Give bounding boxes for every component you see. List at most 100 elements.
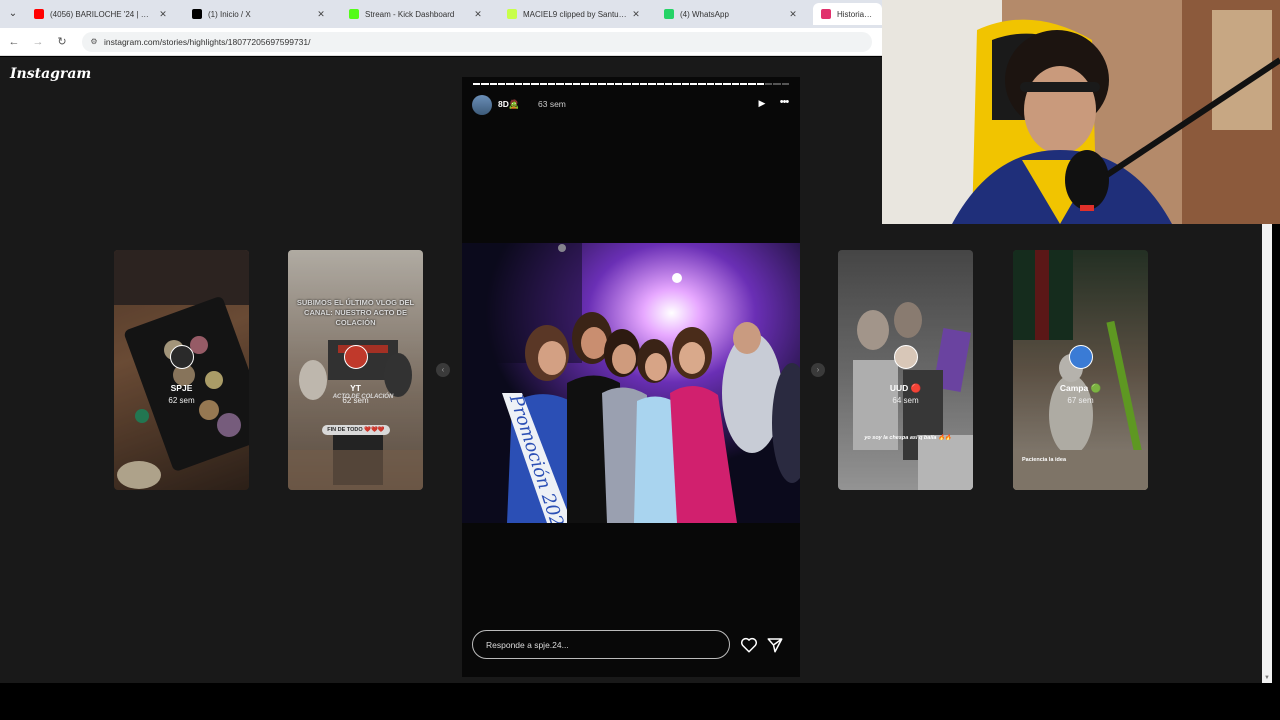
progress-segment [756,83,765,85]
progress-segment [573,83,581,85]
progress-segment [681,83,689,85]
progress-segment [606,83,614,85]
browser-tab[interactable]: Stream - Kick Dashboard ✕ [341,3,491,25]
progress-segment [548,83,556,85]
story-name: Campa 🟢 [1059,383,1102,393]
tab-favicon-icon [192,9,202,19]
progress-segment [698,83,706,85]
tab-title: MACIEL9 clipped by Santuudip... [523,9,627,19]
story-header: 8D🧟 63 sem ▶ ••• [472,95,792,115]
reply-placeholder: Responde a spje.24... [486,640,569,650]
tab-close-icon[interactable]: ✕ [316,9,326,20]
story-avatar [894,345,918,369]
story-time: 62 sem [342,396,369,405]
progress-segment [523,83,531,85]
progress-segment [773,83,781,85]
story-card-campa[interactable]: Paciencia la idea Campa 🟢 67 sem [1013,250,1148,490]
progress-segment [473,83,481,85]
story-card-yt[interactable]: SUBIMOS EL ÚLTIMO VLOG DEL CANAL: NUESTR… [288,250,423,490]
progress-segment [656,83,664,85]
tab-title: (4056) BARILOCHE '24 | Vlog #... [50,9,154,19]
story-name: YT [350,383,361,393]
story-progress-bar [473,83,790,85]
story-avatar [344,345,368,369]
progress-segment [740,83,748,85]
progress-segment [556,83,564,85]
browser-tab[interactable]: (4056) BARILOCHE '24 | Vlog #... ✕ [26,3,176,25]
webcam-overlay [882,0,1280,224]
browser-tabbar: ⌄ (4056) BARILOCHE '24 | Vlog #...✕(1) I… [0,0,882,28]
progress-segment [614,83,623,85]
like-heart-icon[interactable] [740,636,758,654]
tab-favicon-icon [507,9,517,19]
progress-segment [498,83,506,85]
progress-segment [564,83,573,85]
tab-close-icon[interactable]: ✕ [473,9,483,20]
progress-segment [581,83,589,85]
tab-favicon-icon [34,9,44,19]
progress-segment [489,83,498,85]
forward-icon[interactable]: → [30,34,46,50]
story-author-name[interactable]: 8D🧟 [498,99,519,110]
story-name: UUD 🔴 [889,383,922,393]
screen: ⌄ (4056) BARILOCHE '24 | Vlog #...✕(1) I… [0,0,1280,720]
progress-segment [723,83,731,85]
party-photo: Promoción 2024 [462,243,800,523]
progress-segment [748,83,756,85]
story-card-spje[interactable]: SPJE 62 sem [114,250,249,490]
browser-tab[interactable]: (4) WhatsApp ✕ [656,3,806,25]
story-author-avatar[interactable] [472,95,492,115]
progress-segment [531,83,539,85]
story-avatar [1069,345,1093,369]
progress-segment [648,83,656,85]
progress-segment [514,83,523,85]
tab-search-icon[interactable]: ⌄ [6,7,20,21]
previous-story-icon[interactable]: ‹ [436,363,450,377]
active-story[interactable]: 8D🧟 63 sem ▶ ••• Promoción 2024 Responde… [462,77,800,677]
url-text: instagram.com/stories/highlights/1807720… [104,37,311,47]
progress-segment [781,83,790,85]
instagram-logo[interactable]: Instagram [10,66,91,82]
progress-segment [598,83,606,85]
progress-segment [765,83,773,85]
story-overlay-caption: Paciencia la idea [1021,457,1067,463]
story-avatar [170,345,194,369]
progress-segment [623,83,631,85]
tab-title: (1) Inicio / X [208,9,251,19]
story-time: 67 sem [1067,396,1094,405]
tab-close-icon[interactable]: ✕ [788,9,798,20]
tab-title: (4) WhatsApp [680,9,729,19]
browser-tab[interactable]: (1) Inicio / X ✕ [184,3,334,25]
scroll-down-icon[interactable]: ▼ [1262,673,1272,683]
tab-close-icon[interactable]: ✕ [158,9,168,20]
tab-favicon-icon [349,9,359,19]
progress-segment [689,83,698,85]
progress-segment [539,83,548,85]
reply-input[interactable]: Responde a spje.24... [472,630,730,659]
progress-segment [506,83,514,85]
reload-icon[interactable]: ↻ [54,34,70,50]
pause-icon[interactable]: ▶ [756,97,768,109]
story-time: 63 sem [538,99,566,109]
progress-segment [664,83,673,85]
progress-segment [639,83,648,85]
browser-tab[interactable]: MACIEL9 clipped by Santuudip... ✕ [499,3,649,25]
browser-tab[interactable]: Historias • Ins [813,3,882,25]
browser-toolbar: ← → ↻ ⚙ instagram.com/stories/highlights… [0,28,882,56]
story-name: SPJE [170,383,193,393]
tab-close-icon[interactable]: ✕ [631,9,641,20]
back-icon[interactable]: ← [6,34,22,50]
progress-segment [589,83,598,85]
progress-segment [481,83,489,85]
progress-segment [731,83,739,85]
progress-segment [673,83,681,85]
share-send-icon[interactable] [766,636,784,654]
next-story-icon[interactable]: › [811,363,825,377]
more-options-icon[interactable]: ••• [776,95,792,109]
story-overlay-caption: yo soy la chespa así q baila 🔥🔥 [864,435,952,441]
story-card-uud[interactable]: yo soy la chespa así q baila 🔥🔥 UUD 🔴 64… [838,250,973,490]
address-bar[interactable]: ⚙ instagram.com/stories/highlights/18077… [82,32,872,52]
story-time: 64 sem [892,396,919,405]
site-info-icon[interactable]: ⚙ [88,36,100,48]
tab-favicon-icon [821,9,831,19]
